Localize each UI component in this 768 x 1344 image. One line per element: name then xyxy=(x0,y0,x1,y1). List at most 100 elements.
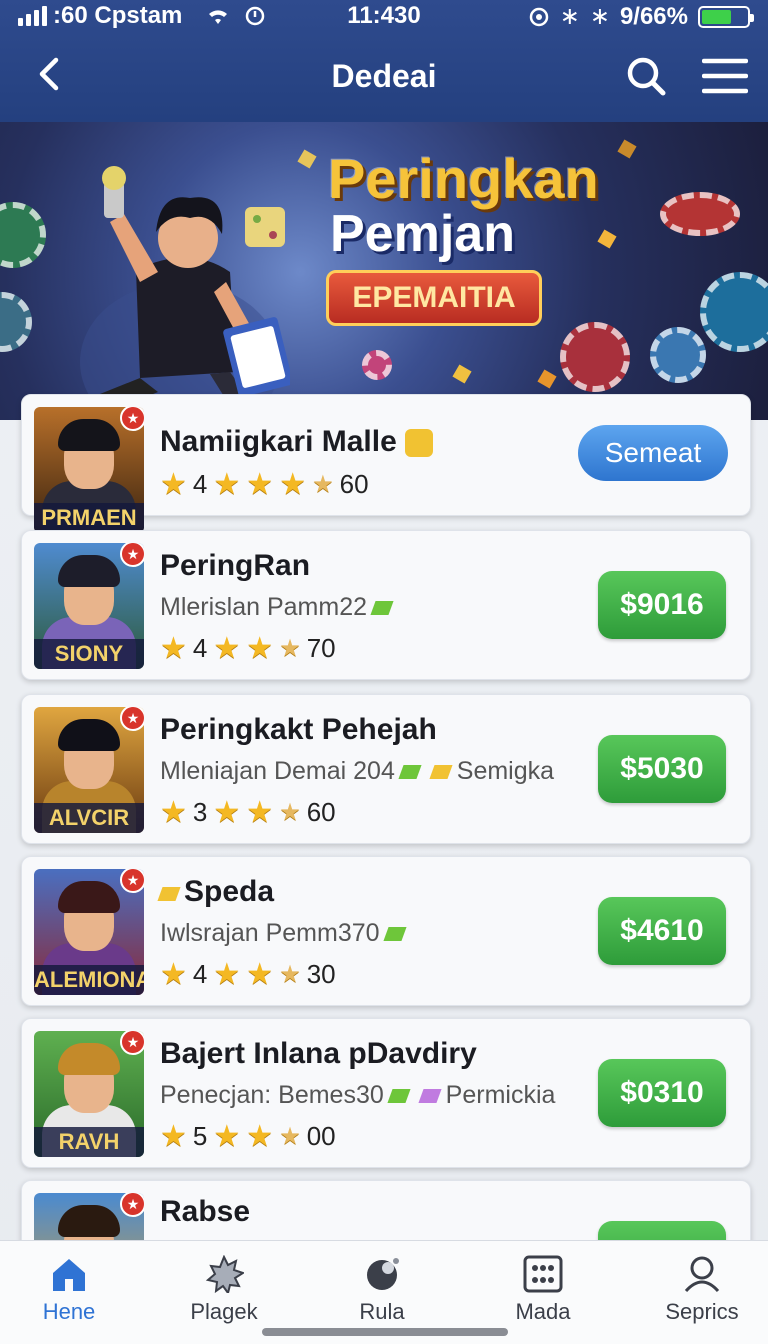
app-screen: :60 Cpstam 11:430 ∗ ∗ 9/66% Dedeai Perin… xyxy=(0,0,768,1344)
casino-chip-icon xyxy=(362,350,392,380)
star-icon: ★ xyxy=(213,468,241,501)
gem-icon xyxy=(382,927,407,941)
star-badge-icon: ★ xyxy=(120,1031,144,1055)
avatar-tag: ALEMIONA xyxy=(34,965,144,995)
item-subtitle: Penecjan: Bemes30 Permickia xyxy=(160,1081,556,1109)
item-name: Bajert Inlana pDavdiry xyxy=(160,1037,477,1070)
planet-icon xyxy=(367,1258,399,1290)
banner-cta-button[interactable]: EPEMAITIA xyxy=(326,270,542,326)
gem-icon xyxy=(387,1089,411,1103)
status-bar: :60 Cpstam 11:430 ∗ ∗ 9/66% xyxy=(0,0,768,32)
nav-label: Mada xyxy=(515,1299,571,1324)
star-icon: ★ xyxy=(213,1120,241,1153)
confetti xyxy=(617,139,637,159)
promo-banner[interactable]: Peringkan Pemjan EPEMAITIA xyxy=(0,122,768,420)
item-subtitle: Mleniajan Demai 204 Semigka xyxy=(160,757,555,785)
list-item[interactable]: SIONY ★ PeringRan Mlerislan Pamm22 ★ 4 ★ ★ … xyxy=(21,530,751,680)
top-bar: :60 Cpstam 11:430 ∗ ∗ 9/66% Dedeai xyxy=(0,0,768,122)
star-icon: ★ xyxy=(246,796,274,829)
location-icon xyxy=(529,7,548,26)
casino-chip-icon xyxy=(700,272,768,352)
dice-icon xyxy=(405,429,434,458)
player-illustration xyxy=(80,166,290,420)
header: Dedeai xyxy=(0,40,768,114)
item-rating: ★ 4 ★ ★ ★ 70 xyxy=(160,632,336,665)
nav-label: Plagek xyxy=(190,1299,258,1324)
item-name: Peringkakt Pehejah xyxy=(160,713,437,746)
battery-icon xyxy=(698,5,754,28)
price-button[interactable]: $0310 xyxy=(598,1059,726,1127)
avatar-tag: SIONY xyxy=(34,639,144,669)
list-item[interactable]: PRMAEN ★ Namiigkari Malle ★ 4 ★ ★ ★ ★ 60 Sem… xyxy=(21,394,751,533)
star-icon: ★ xyxy=(213,632,241,665)
avatar: ALEMIONA ★ xyxy=(34,869,144,995)
avatar: SIONY ★ xyxy=(34,543,144,669)
item-subtitle: Mlerislan Pamm22 xyxy=(160,593,394,622)
avatar-tag: RAVH xyxy=(34,1127,144,1157)
confetti xyxy=(597,229,617,249)
nav-label: Hene xyxy=(42,1299,96,1324)
item-name: Namiigkari Malle xyxy=(160,425,434,459)
confetti xyxy=(297,149,317,169)
price-button[interactable]: $4610 xyxy=(598,897,726,965)
nav-seprics[interactable]: Seprics xyxy=(642,1255,762,1325)
person-icon xyxy=(684,1256,720,1293)
star-icon: ★ xyxy=(213,958,241,991)
avatar: RAVH ★ xyxy=(34,1031,144,1157)
nav-label: Seprics xyxy=(665,1299,739,1324)
item-name: Speda xyxy=(157,875,274,909)
star-icon: ★ xyxy=(160,468,187,501)
menu-icon[interactable] xyxy=(702,56,748,96)
star-icon: ★ xyxy=(279,799,301,826)
spiky-ball-icon xyxy=(205,1255,244,1293)
star-icon: ★ xyxy=(246,958,274,991)
banner-title-line2: Pemjan xyxy=(330,205,515,263)
grid-icon xyxy=(523,1255,563,1293)
star-badge-icon: ★ xyxy=(120,1193,144,1217)
battery-percent: 9/66% xyxy=(619,2,688,30)
price-button[interactable]: $9016 xyxy=(598,571,726,639)
star-icon: ★ xyxy=(246,468,274,501)
price-button[interactable]: $5030 xyxy=(598,735,726,803)
list-item[interactable]: RAVH ★ Bajert Inlana pDavdiry Penecjan: Be… xyxy=(21,1018,751,1168)
confetti xyxy=(452,364,472,384)
confetti xyxy=(537,369,557,389)
star-icon: ★ xyxy=(279,635,301,662)
star-icon: ★ xyxy=(160,1120,187,1153)
casino-chip-icon xyxy=(660,192,740,236)
list-item[interactable]: ALVCIR ★ Peringkakt Pehejah Mleniajan Dema… xyxy=(21,694,751,844)
star-badge-icon: ★ xyxy=(120,707,144,731)
avatar-tag: PRMAEN xyxy=(34,503,144,533)
bluetooth-icon-2: ∗ xyxy=(589,3,610,30)
home-indicator[interactable] xyxy=(262,1328,508,1336)
star-icon: ★ xyxy=(246,632,274,665)
item-rating: ★ 5 ★ ★ ★ 00 xyxy=(160,1120,336,1153)
bluetooth-icon: ∗ xyxy=(559,3,580,30)
star-icon: ★ xyxy=(279,468,307,501)
star-icon: ★ xyxy=(213,796,241,829)
star-icon: ★ xyxy=(246,1120,274,1153)
casino-chip-icon xyxy=(650,327,706,383)
banner-title-line1: Peringkan xyxy=(328,147,599,210)
nav-label: Rula xyxy=(359,1299,405,1324)
gem-icon xyxy=(370,601,394,615)
item-name: PeringRan xyxy=(160,549,311,582)
nav-rula[interactable]: Rula xyxy=(322,1255,442,1325)
gem-icon xyxy=(398,765,422,779)
star-icon: ★ xyxy=(160,958,187,991)
item-rating: ★ 3 ★ ★ ★ 60 xyxy=(160,796,336,829)
item-rating: ★ 4 ★ ★ ★ ★ 60 xyxy=(160,468,369,501)
star-icon: ★ xyxy=(312,471,334,498)
list-item[interactable]: ALEMIONA ★ Speda Iwlsrajan Pemm370 ★ 4 ★ ★ … xyxy=(21,856,751,1006)
gem-icon xyxy=(418,1089,442,1103)
nav-mada[interactable]: Mada xyxy=(483,1255,603,1325)
casino-chip-icon xyxy=(0,292,32,352)
gem-icon xyxy=(429,765,453,779)
star-icon: ★ xyxy=(160,632,187,665)
nav-plagek[interactable]: Plagek xyxy=(164,1255,284,1325)
avatar-tag: ALVCIR xyxy=(34,803,144,833)
nav-home[interactable]: Hene xyxy=(9,1255,129,1325)
search-icon[interactable] xyxy=(624,54,668,98)
casino-chip-icon xyxy=(560,322,630,392)
select-button[interactable]: Semeat xyxy=(578,425,728,481)
